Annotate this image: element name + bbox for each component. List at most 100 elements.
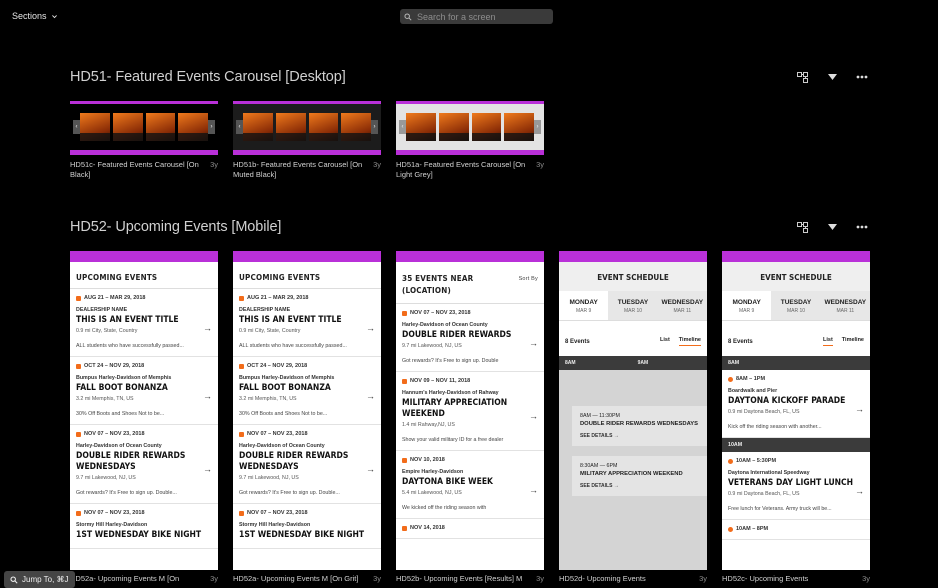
list-item: OCT 24 – NOV 29, 2018 Bumpus Harley-Davi… (233, 357, 381, 425)
top-bar: Sections (0, 0, 938, 34)
search-bar[interactable] (400, 9, 553, 24)
section-hd51: HD51- Featured Events Carousel [Desktop]… (70, 69, 870, 179)
chevron-left-icon: ‹ (73, 120, 80, 134)
list-item: AUG 21 – MAR 29, 2018 DEALERSHIP NAME TH… (70, 289, 218, 357)
arrow-right-icon: → (366, 390, 375, 401)
screen-caption[interactable]: HD52b- Upcoming Events [Results] M 3y (396, 574, 544, 583)
calendar-icon (402, 310, 407, 316)
calendar-icon (402, 457, 407, 463)
arrow-right-icon: → (855, 485, 864, 496)
list-item: NOV 07 – NOV 23, 2018 Harley-Davidson of… (70, 425, 218, 504)
screen-age: 3y (373, 160, 381, 169)
arrow-right-icon: → (529, 484, 538, 495)
jump-label: Jump To, ⌘J (22, 575, 69, 584)
screen-thumbnail[interactable]: 35 EVENTS NEAR (LOCATION) Sort By NOV 07… (396, 251, 544, 571)
mock-heading: 35 EVENTS NEAR (LOCATION) Sort By (396, 262, 544, 304)
list-item: 10AM – 8PM (722, 520, 870, 540)
arrow-right-icon: → (203, 464, 212, 474)
screen-thumbnails: ‹ › HD51c- Featured Events Carousel [On … (70, 101, 544, 180)
screen-name[interactable]: HD51a- Featured Events Carousel [On Ligh… (396, 160, 532, 180)
chevron-right-icon: › (208, 120, 215, 134)
more-options-icon[interactable] (854, 221, 870, 233)
day-tabs: MONDAY MAR 9 TUESDAY MAR 10 WEDNESDAY MAR 1… (722, 291, 870, 321)
collapse-triangle-icon[interactable] (824, 221, 840, 233)
screen-caption[interactable]: HD52c- Upcoming Events 3y (722, 574, 870, 583)
calendar-icon (239, 510, 244, 516)
calendar-icon (76, 510, 81, 516)
screen-thumbnail[interactable]: EVENT SCHEDULE MONDAY MAR 9 TUESDAY MAR 10… (559, 251, 707, 571)
search-icon (404, 12, 412, 21)
list-item: OCT 24 – NOV 29, 2018 Bumpus Harley-Davi… (70, 357, 218, 425)
screen-thumbnails: UPCOMING EVENTS AUG 21 – MAR 29, 2018 DE… (70, 251, 870, 571)
arrow-right-icon: → (529, 411, 538, 421)
screen-name[interactable]: HD51b- Featured Events Carousel [On Mute… (233, 160, 369, 180)
list-item: NOV 10, 2018 Empire Harley-Davidson DAYT… (396, 451, 544, 519)
calendar-icon (76, 363, 81, 369)
arrow-right-icon: → (366, 322, 375, 333)
calendar-icon (76, 431, 81, 437)
clock-icon (728, 526, 733, 532)
flow-icon[interactable] (794, 71, 810, 83)
arrow-right-icon: → (855, 403, 864, 414)
screen-thumbnail[interactable]: ‹ › (70, 101, 218, 155)
calendar-icon (402, 378, 407, 384)
mock-heading: UPCOMING EVENTS (70, 262, 218, 289)
mock-heading: EVENT SCHEDULE (722, 262, 870, 291)
list-item: NOV 07 – NOV 23, 2018 Harley-Davidson of… (396, 304, 544, 372)
chevron-right-icon: › (371, 120, 378, 134)
search-input[interactable] (417, 11, 547, 22)
flow-icon[interactable] (794, 221, 810, 233)
screen-thumbnail[interactable]: ‹ › (396, 101, 544, 155)
screen-card[interactable]: ‹ › HD51c- Featured Events Carousel [On … (70, 101, 218, 180)
chevron-left-icon: ‹ (236, 120, 243, 134)
calendar-icon (239, 431, 244, 437)
arrow-right-icon: → (366, 464, 375, 474)
list-item: NOV 07 – NOV 23, 2018 Stormy Hill Harley… (70, 504, 218, 549)
screen-card[interactable]: ‹ › HD51b- Featured Events Carousel [On … (233, 101, 381, 180)
search-icon (10, 575, 18, 584)
mock-heading: UPCOMING EVENTS (233, 262, 381, 289)
calendar-icon (402, 525, 407, 531)
day-tabs: MONDAY MAR 9 TUESDAY MAR 10 WEDNESDAY MAR 1… (559, 291, 707, 321)
screen-caption[interactable]: HD52a- Upcoming Events M [On Grit] 3y (233, 574, 381, 583)
section-title: HD52- Upcoming Events [Mobile] (70, 219, 282, 235)
sort-by: Sort By (518, 276, 538, 282)
clock-icon (728, 458, 733, 464)
section-hd52: HD52- Upcoming Events [Mobile] UPCOMING … (70, 219, 870, 571)
clock-icon (728, 376, 733, 382)
section-actions (794, 221, 870, 233)
list-item: 10AM – 5:30PM Daytona International Spee… (722, 452, 870, 520)
sections-dropdown[interactable]: Sections (12, 11, 58, 21)
list-item: AUG 21 – MAR 29, 2018 DEALERSHIP NAME TH… (233, 289, 381, 357)
mock-heading: EVENT SCHEDULE (559, 262, 707, 291)
list-item: NOV 09 – NOV 11, 2018 Hannum's Harley-Da… (396, 372, 544, 451)
screen-age: 3y (536, 160, 544, 169)
calendar-icon (76, 295, 81, 301)
section-actions (794, 71, 870, 83)
screen-name[interactable]: HD51c- Featured Events Carousel [On Blac… (70, 160, 206, 180)
screen-caption[interactable]: HD52a- Upcoming Events M [On 3y (70, 574, 218, 583)
screen-caption[interactable]: HD52d- Upcoming Events 3y (559, 574, 707, 583)
screen-thumbnail[interactable]: ‹ › (233, 101, 381, 155)
chevron-left-icon: ‹ (399, 120, 406, 134)
calendar-icon (239, 295, 244, 301)
chevron-right-icon: › (534, 120, 541, 134)
screen-card[interactable]: ‹ › HD51a- Featured Events Carousel [On … (396, 101, 544, 180)
arrow-right-icon: → (203, 390, 212, 401)
chevron-down-icon (51, 14, 57, 18)
arrow-right-icon: → (203, 322, 212, 333)
sections-label: Sections (12, 11, 47, 21)
list-item: NOV 14, 2018 (396, 519, 544, 539)
calendar-icon (239, 363, 244, 369)
screen-thumbnail[interactable]: UPCOMING EVENTS AUG 21 – MAR 29, 2018 DE… (70, 251, 218, 571)
list-item: NOV 07 – NOV 23, 2018 Stormy Hill Harley… (233, 504, 381, 549)
screen-age: 3y (210, 160, 218, 169)
list-item: 8AM – 1PM Boardwalk and Pier DAYTONA KIC… (722, 370, 870, 438)
jump-to-button[interactable]: Jump To, ⌘J (4, 571, 75, 588)
more-options-icon[interactable] (854, 71, 870, 83)
section-title: HD51- Featured Events Carousel [Desktop] (70, 69, 346, 85)
list-item: NOV 07 – NOV 23, 2018 Harley-Davidson of… (233, 425, 381, 504)
screen-thumbnail[interactable]: UPCOMING EVENTS AUG 21 – MAR 29, 2018 DE… (233, 251, 381, 571)
screen-thumbnail[interactable]: EVENT SCHEDULE MONDAY MAR 9 TUESDAY MAR 10… (722, 251, 870, 571)
collapse-triangle-icon[interactable] (824, 71, 840, 83)
